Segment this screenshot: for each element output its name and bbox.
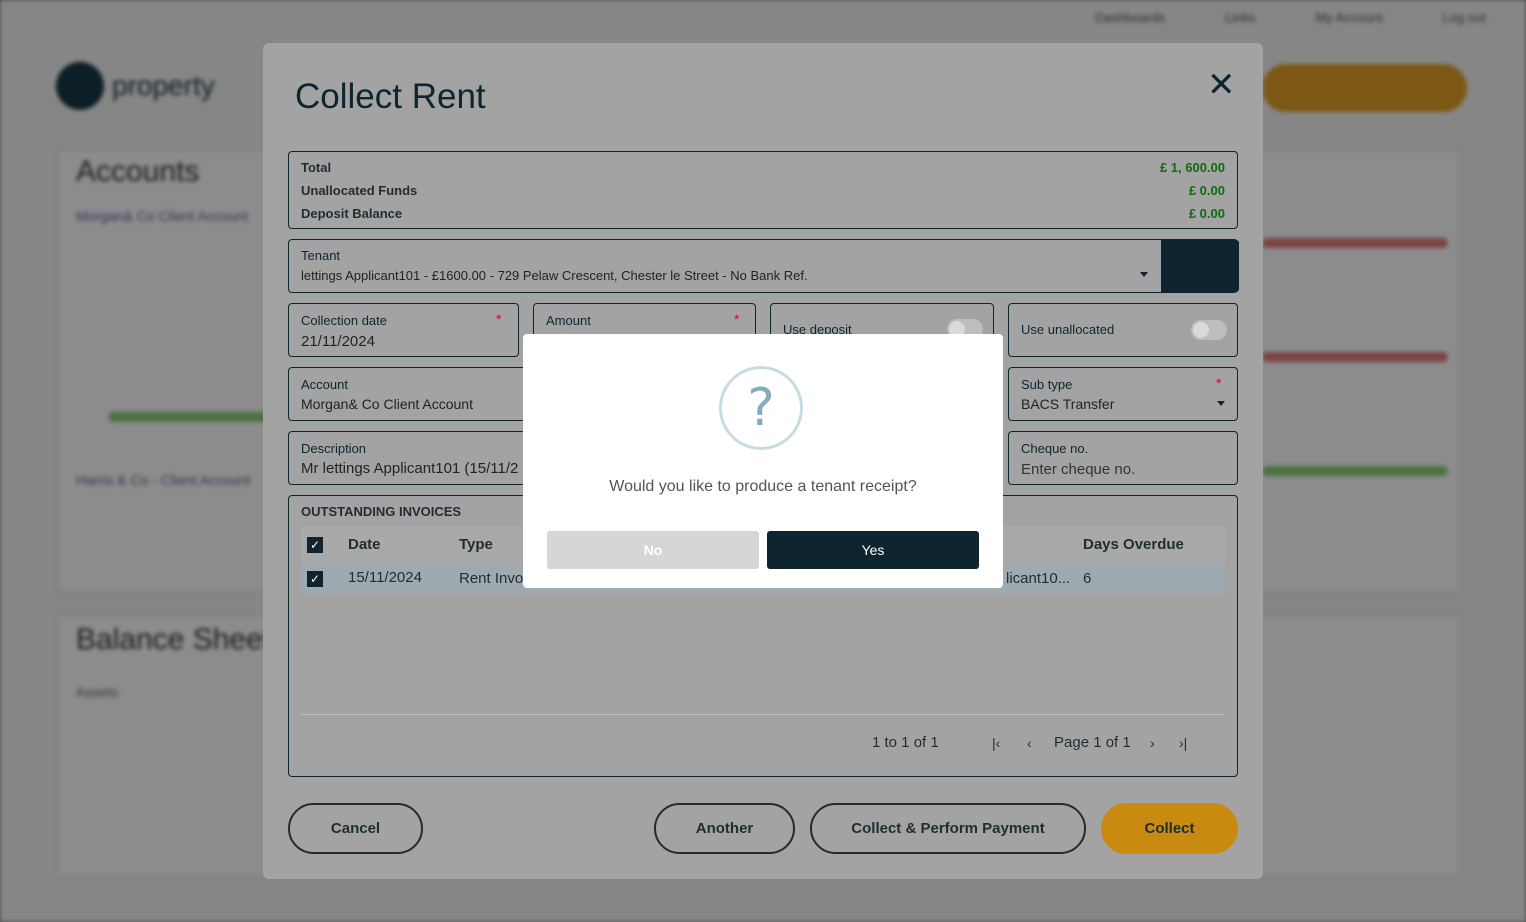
row-type: Rent Invo (459, 570, 524, 587)
description-field[interactable]: Description Mr lettings Applicant101 (15… (288, 431, 548, 485)
amount-label: Amount (546, 313, 591, 328)
tenant-label: Tenant (301, 248, 341, 263)
select-all-checkbox[interactable]: ✓ (307, 537, 323, 553)
pager-range: 1 to 1 of 1 (872, 734, 939, 751)
next-page-icon[interactable]: › (1150, 735, 1155, 751)
cheque-label: Cheque no. (1021, 441, 1089, 456)
collection-date-value: 21/11/2024 (301, 333, 375, 350)
deposit-label: Deposit Balance (301, 206, 403, 221)
required-icon: * (496, 311, 502, 327)
row-checkbox[interactable]: ✓ (307, 571, 323, 587)
account-label: Account (301, 377, 348, 392)
invoices-title: OUTSTANDING INVOICES (301, 504, 462, 519)
col-days-overdue[interactable]: Days Overdue (1083, 536, 1184, 553)
question-icon: ? (719, 366, 803, 450)
use-unallocated-label: Use unallocated (1021, 322, 1115, 337)
first-page-icon[interactable]: |‹ (992, 735, 1000, 751)
pager-page: Page 1 of 1 (1054, 734, 1131, 751)
cheque-field[interactable]: Cheque no. Enter cheque no. (1008, 431, 1238, 485)
row-days: 6 (1083, 570, 1092, 587)
unallocated-value: £ 0.00 (1188, 183, 1225, 198)
unallocated-label: Unallocated Funds (301, 183, 418, 198)
account-value: Morgan& Co Client Account (301, 396, 473, 412)
total-label: Total (301, 160, 332, 175)
account-select[interactable]: Account Morgan& Co Client Account (288, 367, 548, 421)
collection-date-field[interactable]: Collection date * 21/11/2024 (288, 303, 519, 357)
cancel-button[interactable]: Cancel (288, 803, 423, 854)
sub-type-value: BACS Transfer (1021, 396, 1115, 412)
sub-type-select[interactable]: Sub type * BACS Transfer (1008, 367, 1238, 421)
yes-button[interactable]: Yes (767, 531, 979, 569)
no-button[interactable]: No (547, 531, 759, 569)
use-unallocated-toggle[interactable] (1191, 320, 1227, 340)
cheque-placeholder: Enter cheque no. (1021, 461, 1136, 478)
deposit-value: £ 0.00 (1188, 206, 1225, 221)
collect-button[interactable]: Collect (1101, 803, 1238, 854)
chevron-down-icon (1217, 401, 1225, 406)
description-label: Description (301, 441, 367, 456)
row-date: 15/11/2024 (348, 569, 422, 586)
modal-title: Collect Rent (295, 77, 486, 116)
col-date[interactable]: Date (348, 536, 381, 553)
tenant-value: lettings Applicant101 - £1600.00 - 729 P… (301, 268, 808, 283)
dialog-message: Would you like to produce a tenant recei… (609, 478, 917, 495)
description-value: Mr lettings Applicant101 (15/11/2 (301, 460, 519, 477)
tenant-select[interactable]: Tenant lettings Applicant101 - £1600.00 … (288, 239, 1239, 293)
sub-type-label: Sub type (1021, 377, 1073, 392)
required-icon: * (1216, 375, 1222, 391)
last-page-icon[interactable]: ›| (1179, 735, 1187, 751)
receipt-confirm-dialog: ? Would you like to produce a tenant rec… (523, 334, 1003, 588)
use-unallocated-field: Use unallocated (1008, 303, 1238, 357)
prev-page-icon[interactable]: ‹ (1027, 735, 1032, 751)
summary-box: Total £ 1, 600.00 Unallocated Funds £ 0.… (288, 151, 1238, 229)
required-icon: * (734, 311, 740, 327)
divider (301, 714, 1225, 715)
close-icon[interactable]: ✕ (1207, 68, 1236, 102)
collection-date-label: Collection date (301, 313, 387, 328)
tenant-action-button[interactable] (1161, 240, 1239, 292)
another-button[interactable]: Another (654, 803, 795, 854)
col-type[interactable]: Type (459, 536, 493, 553)
chevron-down-icon (1140, 272, 1148, 277)
row-name: licant10... (1006, 570, 1071, 587)
collect-perform-payment-button[interactable]: Collect & Perform Payment (810, 803, 1086, 854)
total-value: £ 1, 600.00 (1159, 160, 1225, 175)
